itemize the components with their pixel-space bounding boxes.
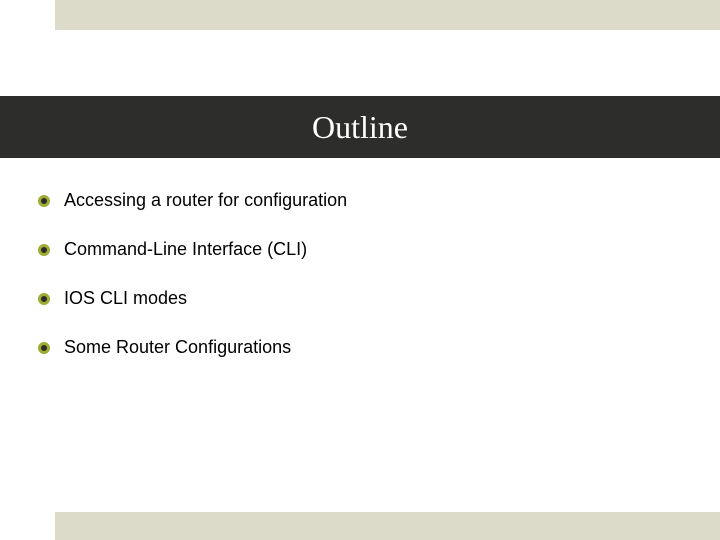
bullet-icon [38,293,50,305]
list-item: IOS CLI modes [38,288,678,309]
list-item: Command-Line Interface (CLI) [38,239,678,260]
bullet-icon [38,195,50,207]
bullet-list: Accessing a router for configuration Com… [38,190,678,386]
bullet-text: IOS CLI modes [64,288,187,309]
slide-title: Outline [312,109,408,146]
list-item: Accessing a router for configuration [38,190,678,211]
decorative-top-strip [55,0,720,30]
title-band: Outline [0,96,720,158]
bullet-text: Command-Line Interface (CLI) [64,239,307,260]
bullet-text: Accessing a router for configuration [64,190,347,211]
bullet-text: Some Router Configurations [64,337,291,358]
bullet-icon [38,244,50,256]
decorative-bottom-strip [55,512,720,540]
bullet-icon [38,342,50,354]
list-item: Some Router Configurations [38,337,678,358]
